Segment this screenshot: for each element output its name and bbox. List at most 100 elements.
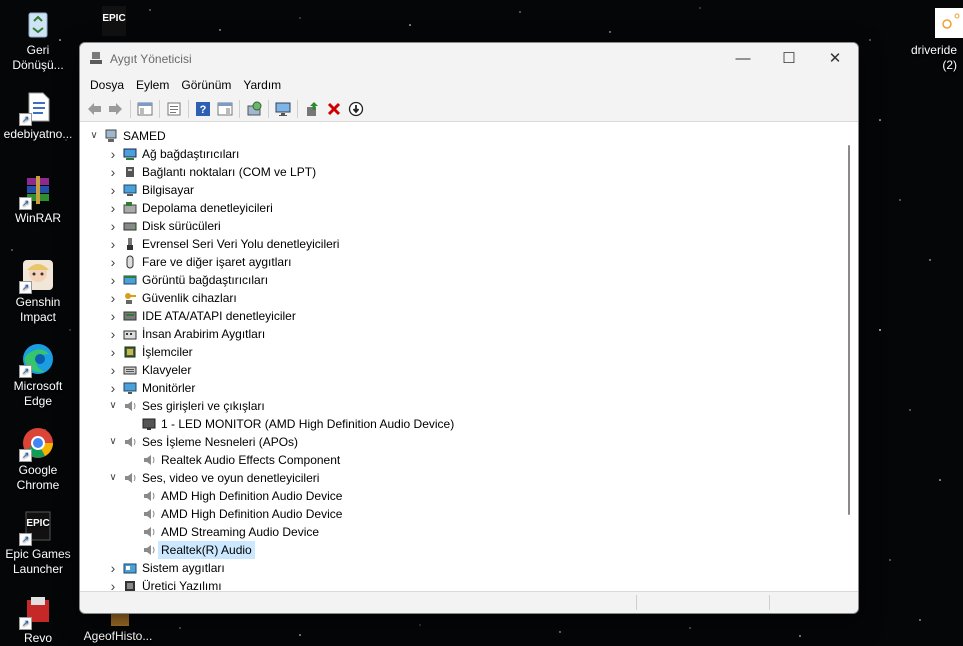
menu-dosya[interactable]: Dosya [84,74,130,96]
menu-yardim[interactable]: Yardım [237,74,287,96]
tree-item-label: Güvenlik cihazları [142,291,237,305]
chevron-down-icon[interactable]: ∨ [88,127,100,145]
help-icon: ? [196,101,210,116]
desktop-icon-edebiyat[interactable]: ↗ edebiyatno... [0,90,76,142]
help-button[interactable]: ? [194,100,212,118]
epic-logo-text: EPIC [102,13,125,24]
chevron-right-icon[interactable]: › [107,343,119,361]
recycle-bin-icon [21,6,55,40]
chevron-right-icon[interactable]: › [107,559,119,577]
uninstall-device-button[interactable] [325,100,343,118]
tree-item-label: Üretici Yazılımı [142,579,222,592]
menu-gorunum[interactable]: Görünüm [175,74,237,96]
close-icon: ✕ [828,50,842,67]
maximize-button[interactable]: ☐ [766,43,812,74]
speaker-icon [144,455,155,465]
chevron-down-icon[interactable]: ∨ [107,469,119,487]
chevron-right-icon[interactable]: › [107,577,119,592]
chevron-right-icon[interactable]: › [107,289,119,307]
back-arrow-icon [88,102,101,115]
tree-item-label: AMD Streaming Audio Device [161,525,320,539]
chevron-down-icon[interactable]: ∨ [107,397,119,415]
back-button[interactable] [85,100,103,118]
maximize-icon: ☐ [782,50,796,67]
minimize-icon: — [735,50,751,67]
chevron-right-icon[interactable]: › [107,361,119,379]
ide-controller-icon [123,311,137,321]
action-pane-icon [217,102,233,115]
desktop-icon-chrome[interactable]: ↗ Google Chrome [0,426,76,493]
chevron-right-icon[interactable]: › [107,253,119,271]
chevron-right-icon[interactable]: › [107,217,119,235]
chevron-right-icon[interactable]: › [107,199,119,217]
show-hide-console-tree-button[interactable] [136,100,154,118]
speaker-icon [125,401,136,411]
toolbar: ? [80,96,858,122]
tree-item-label: Monitörler [142,381,196,395]
desktop-icon-label: edebiyatno... [3,127,73,141]
tree-item-label: Depolama denetleyicileri [142,201,273,215]
monitor-audio-icon [142,418,156,430]
desktop-icon-winrar[interactable]: ↗ WinRAR [0,174,76,226]
chevron-right-icon[interactable]: › [107,235,119,253]
forward-button[interactable] [107,100,125,118]
vertical-scrollbar[interactable] [848,145,850,515]
device-tree-pane[interactable]: ∨ SAMED › Ağ bağdaştırıcıları › Bağlantı nokt… [80,123,858,592]
desktop-icon-epic-games[interactable]: EPIC ↗ Epic Games Launcher [0,510,76,577]
chevron-right-icon[interactable]: › [107,325,119,343]
desktop-icon-age-of-history[interactable]: AgeofHisto... [78,612,158,644]
tree-item-label: IDE ATA/ATAPI denetleyiciler [142,309,296,323]
tree-item-label: Disk sürücüleri [142,219,221,233]
chevron-right-icon[interactable]: › [107,145,119,163]
properties-icon [167,102,181,115]
chrome-icon: ↗ [19,426,55,462]
action-pane-button[interactable] [216,100,234,118]
chevron-right-icon[interactable]: › [107,163,119,181]
display-adapter-icon [123,275,137,285]
device-manager-app-icon [90,52,102,64]
desktop-icon-driveride[interactable]: driveride (2) [905,6,963,73]
desktop-icon-epic-top[interactable]: EPIC [96,6,132,40]
menu-eylem[interactable]: Eylem [130,74,175,96]
epic-games-icon: EPIC [102,6,126,36]
desktop-icon-label: Genshin Impact [15,295,61,324]
console-tree-icon [137,102,153,115]
tree-item-label: AMD High Definition Audio Device [161,507,343,521]
tree-item-label: Ses İşleme Nesneleri (APOs) [142,435,299,449]
disk-drive-icon [123,222,137,231]
add-legacy-hardware-button[interactable] [274,100,292,118]
remove-x-icon [327,102,341,115]
age-of-history-icon [101,612,135,626]
genshin-icon: ↗ [19,258,55,294]
tree-item-label: Realtek Audio Effects Component [161,453,341,467]
chevron-right-icon[interactable]: › [107,181,119,199]
desktop-icon-label: Revo [23,631,52,645]
minimize-button[interactable]: — [720,43,766,74]
chevron-right-icon[interactable]: › [107,379,119,397]
update-driver-button[interactable] [303,100,321,118]
chevron-right-icon[interactable]: › [107,307,119,325]
chevron-right-icon[interactable]: › [107,271,119,289]
desktop-icon-label: Epic Games Launcher [5,547,71,576]
speaker-icon [125,437,136,447]
chevron-down-icon[interactable]: ∨ [107,433,119,451]
status-bar [80,591,858,613]
desktop-icon-genshin[interactable]: ↗ Genshin Impact [0,258,76,325]
desktop-icon-revo[interactable]: ↗ Revo [0,594,76,646]
toolbar-separator [130,99,131,118]
desktop-icon-recycle-bin[interactable]: Geri Dönüşü... [0,6,76,73]
desktop-icon-edge[interactable]: ↗ Microsoft Edge [0,342,76,409]
close-button[interactable]: ✕ [812,43,858,74]
revo-icon: ↗ [19,594,55,630]
scan-hardware-icon [247,101,262,115]
tree-item-label: Ağ bağdaştırıcıları [142,147,240,161]
properties-button[interactable] [165,100,183,118]
desktop-icon-label: driveride (2) [910,43,957,72]
document-icon: ↗ [19,90,55,126]
title-bar[interactable]: Aygıt Yöneticisi — ☐ ✕ [80,43,858,74]
scan-hardware-changes-button[interactable] [245,100,263,118]
monitor-add-icon [275,102,291,116]
tree-item-label: İnsan Arabirim Aygıtları [142,327,266,341]
security-device-icon [125,293,136,304]
disable-device-button[interactable] [347,100,365,118]
